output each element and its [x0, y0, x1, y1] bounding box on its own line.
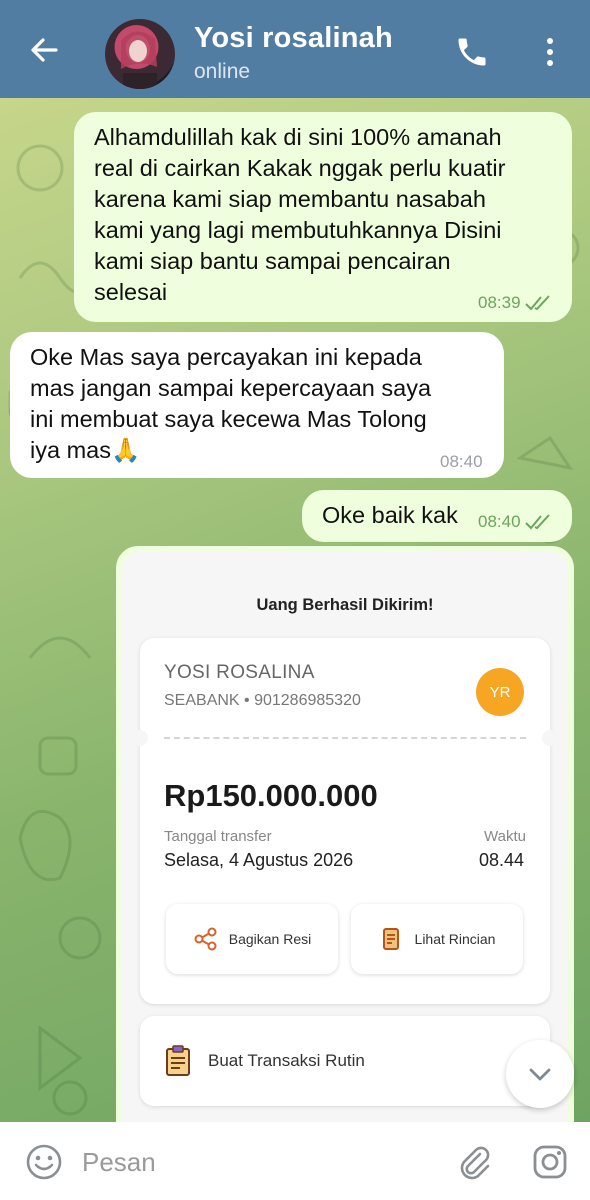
recipient-initials-badge: YR [476, 668, 524, 716]
message-bubble-incoming[interactable]: Oke Mas saya percayakan ini kepada mas j… [10, 332, 504, 478]
receipt-card: YOSI ROSALINA SEABANK • 901286985320 YR … [132, 638, 558, 1004]
routine-transaction-label: Buat Transaksi Rutin [208, 1051, 365, 1070]
transfer-date: Selasa, 4 Agustus 2026 [164, 850, 354, 870]
clipboard-icon [166, 1045, 190, 1076]
message-line: kami siap bantu sampai pencairan [94, 248, 451, 274]
chevron-down-icon [529, 1068, 551, 1081]
message-line: karena kami siap membantu nasabah [94, 186, 486, 212]
message-time: 08:39 [478, 293, 521, 312]
view-details-label: Lihat Rincian [414, 931, 496, 947]
card-notch-left [132, 730, 148, 746]
message-meta: 08:40 [478, 512, 553, 532]
message-bubble-outgoing[interactable]: Alhamdulillah kak di sini 100% amanah re… [74, 112, 572, 322]
message-meta: 08:40 [440, 452, 483, 472]
camera-button[interactable] [530, 1142, 570, 1182]
routine-transaction-card: Buat Transaksi Rutin [140, 1016, 550, 1106]
smiley-icon [26, 1144, 62, 1180]
share-receipt-label: Bagikan Resi [228, 931, 312, 947]
contact-avatar[interactable] [105, 19, 175, 89]
paperclip-icon [460, 1146, 490, 1180]
recipient-name: YOSI ROSALINA [164, 662, 315, 683]
message-line: real di cairkan Kakak nggak perlu kuatir [94, 155, 506, 181]
message-input-bar [0, 1122, 590, 1200]
attach-button[interactable] [454, 1142, 494, 1182]
recipient-bank-account: SEABANK • 901286985320 [164, 692, 361, 709]
time-label: Waktu [484, 828, 526, 845]
scroll-to-bottom-button[interactable] [506, 1040, 574, 1108]
message-line: ini membuat saya kecewa Mas Tolong [30, 406, 427, 432]
more-vertical-icon [547, 38, 553, 66]
contact-name[interactable]: Yosi rosalinah [194, 22, 393, 55]
double-check-icon [524, 295, 550, 311]
receipt-title: Uang Berhasil Dikirim! [256, 596, 434, 614]
message-line: iya mas🙏 [30, 437, 141, 463]
message-time: 08:40 [478, 512, 521, 531]
date-label: Tanggal transfer [164, 828, 272, 845]
instagram-camera-icon [533, 1145, 567, 1179]
double-check-icon [524, 514, 550, 530]
card-notch-right [542, 730, 558, 746]
share-receipt-button: Bagikan Resi [166, 904, 338, 974]
call-button[interactable] [454, 34, 490, 70]
message-input[interactable] [82, 1142, 422, 1182]
transfer-receipt-image: Uang Berhasil Dikirim! YOSI ROSALINA SEA… [122, 552, 568, 1122]
transfer-amount: Rp150.000.000 [164, 778, 378, 813]
view-details-button: Lihat Rincian [351, 904, 523, 974]
chat-header: Yosi rosalinah online [0, 0, 590, 98]
emoji-button[interactable] [24, 1142, 64, 1182]
message-line: kami yang lagi membutuhkannya Disini [94, 217, 502, 243]
more-options-button[interactable] [538, 34, 562, 70]
phone-icon [458, 38, 486, 66]
message-line: Alhamdulillah kak di sini 100% amanah [94, 124, 502, 150]
image-message[interactable]: Uang Berhasil Dikirim! YOSI ROSALINA SEA… [116, 546, 574, 1122]
chat-area[interactable]: Alhamdulillah kak di sini 100% amanah re… [0, 98, 590, 1122]
message-time: 08:40 [440, 452, 483, 471]
share-icon [194, 927, 217, 951]
back-button[interactable] [24, 30, 64, 70]
transfer-time: 08.44 [478, 850, 524, 870]
message-line: Oke Mas saya percayakan ini kepada [30, 344, 422, 370]
divider [164, 737, 526, 739]
message-meta: 08:39 [478, 293, 553, 313]
receipt-icon [382, 928, 399, 950]
contact-status: online [194, 60, 251, 83]
message-line: mas jangan sampai kepercayaan saya [30, 375, 432, 401]
arrow-left-icon [31, 38, 58, 62]
